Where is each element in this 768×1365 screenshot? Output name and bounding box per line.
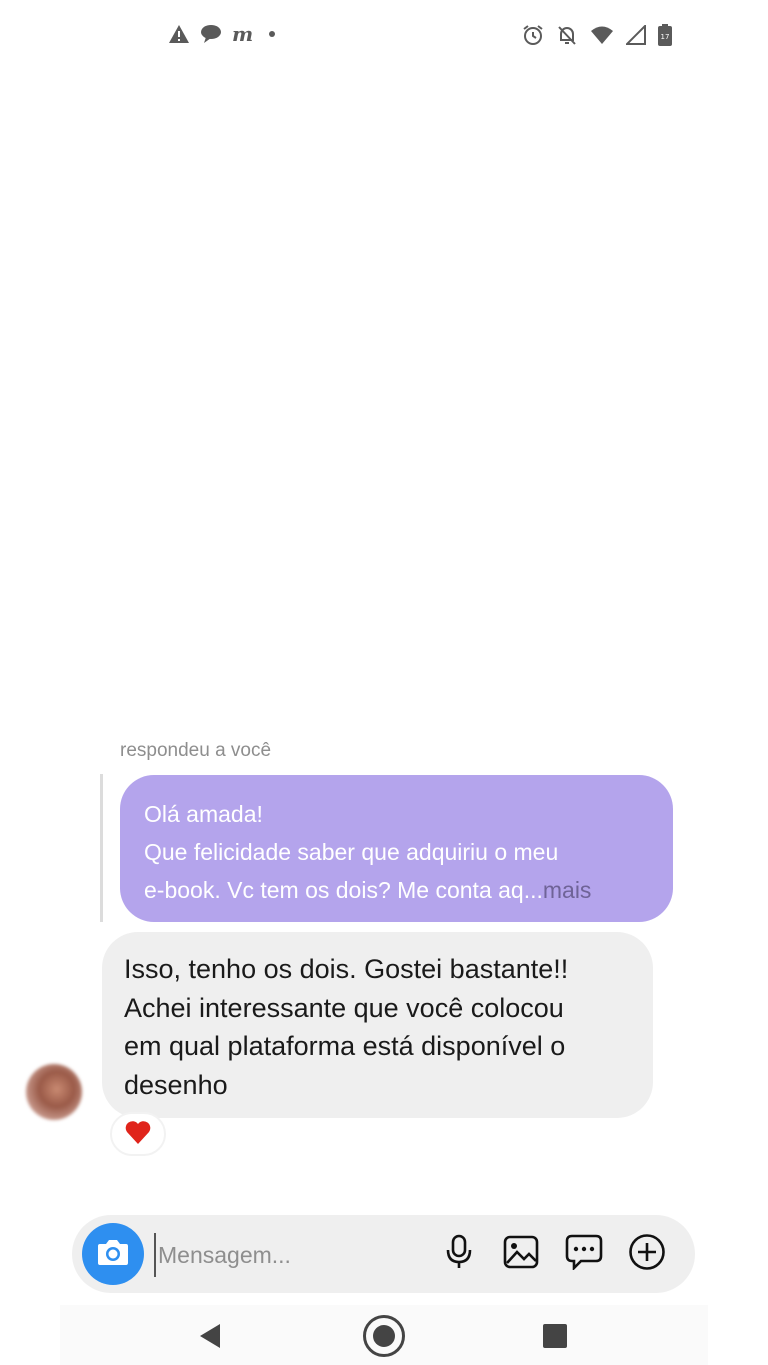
warning-icon [168, 24, 190, 44]
avatar[interactable] [26, 1064, 82, 1120]
recents-icon [542, 1323, 568, 1354]
quoted-message-bubble[interactable]: Olá amada! Que felicidade saber que adqu… [120, 775, 673, 922]
message-line-4: desenho [124, 1069, 228, 1100]
status-right-icons: 17 [522, 24, 672, 46]
dot-icon [269, 31, 276, 37]
status-bar: m 17 [0, 18, 768, 58]
microphone-button[interactable] [438, 1233, 480, 1275]
back-button[interactable] [185, 1315, 235, 1361]
home-icon [361, 1313, 407, 1364]
recents-button[interactable] [530, 1315, 580, 1361]
microphone-icon [445, 1234, 473, 1275]
message-line-1: Isso, tenho os dois. Gostei bastante!! [124, 954, 569, 984]
notifications-off-icon [556, 24, 578, 46]
message-line-2: Achei interessante que você colocou [124, 992, 564, 1023]
camera-button[interactable] [82, 1223, 144, 1285]
more-options-button[interactable] [626, 1233, 668, 1275]
cell-signal-icon [626, 25, 646, 45]
quoted-line-3-text: e-book. Vc tem os dois? Me conta aq... [144, 877, 543, 903]
message-composer [72, 1215, 695, 1293]
quoted-line-1: Olá amada! [144, 801, 263, 827]
battery-level: 17 [661, 33, 670, 41]
back-icon [198, 1323, 222, 1354]
alarm-icon [522, 24, 544, 46]
reply-label: respondeu a você [120, 740, 272, 761]
plus-circle-icon [628, 1233, 666, 1276]
home-button[interactable] [359, 1313, 409, 1364]
camera-icon [96, 1237, 130, 1272]
chat-bubble-icon [200, 24, 222, 44]
image-icon [503, 1235, 539, 1274]
battery-icon: 17 [658, 24, 672, 46]
m-app-icon: m [232, 22, 254, 46]
gallery-button[interactable] [500, 1233, 542, 1275]
wifi-icon [590, 25, 614, 45]
message-line-3: em qual plataforma está disponível o [124, 1031, 566, 1061]
sticker-button[interactable] [563, 1233, 605, 1275]
reply-indicator-bar [100, 774, 103, 922]
received-message-bubble[interactable]: Isso, tenho os dois. Gostei bastante!! A… [102, 932, 653, 1118]
reaction-badge[interactable] [110, 1112, 166, 1156]
system-navigation-bar [60, 1305, 708, 1365]
sticker-chat-icon [565, 1234, 603, 1275]
quoted-line-2: Que felicidade saber que adquiriu o meu [144, 839, 559, 865]
more-link[interactable]: mais [543, 877, 592, 903]
quoted-line-3: e-book. Vc tem os dois? Me conta aq...ma… [144, 871, 649, 909]
faded-background [330, 360, 450, 470]
heart-icon [124, 1119, 152, 1150]
message-input[interactable] [154, 1233, 430, 1277]
status-left-icons: m [168, 22, 276, 46]
